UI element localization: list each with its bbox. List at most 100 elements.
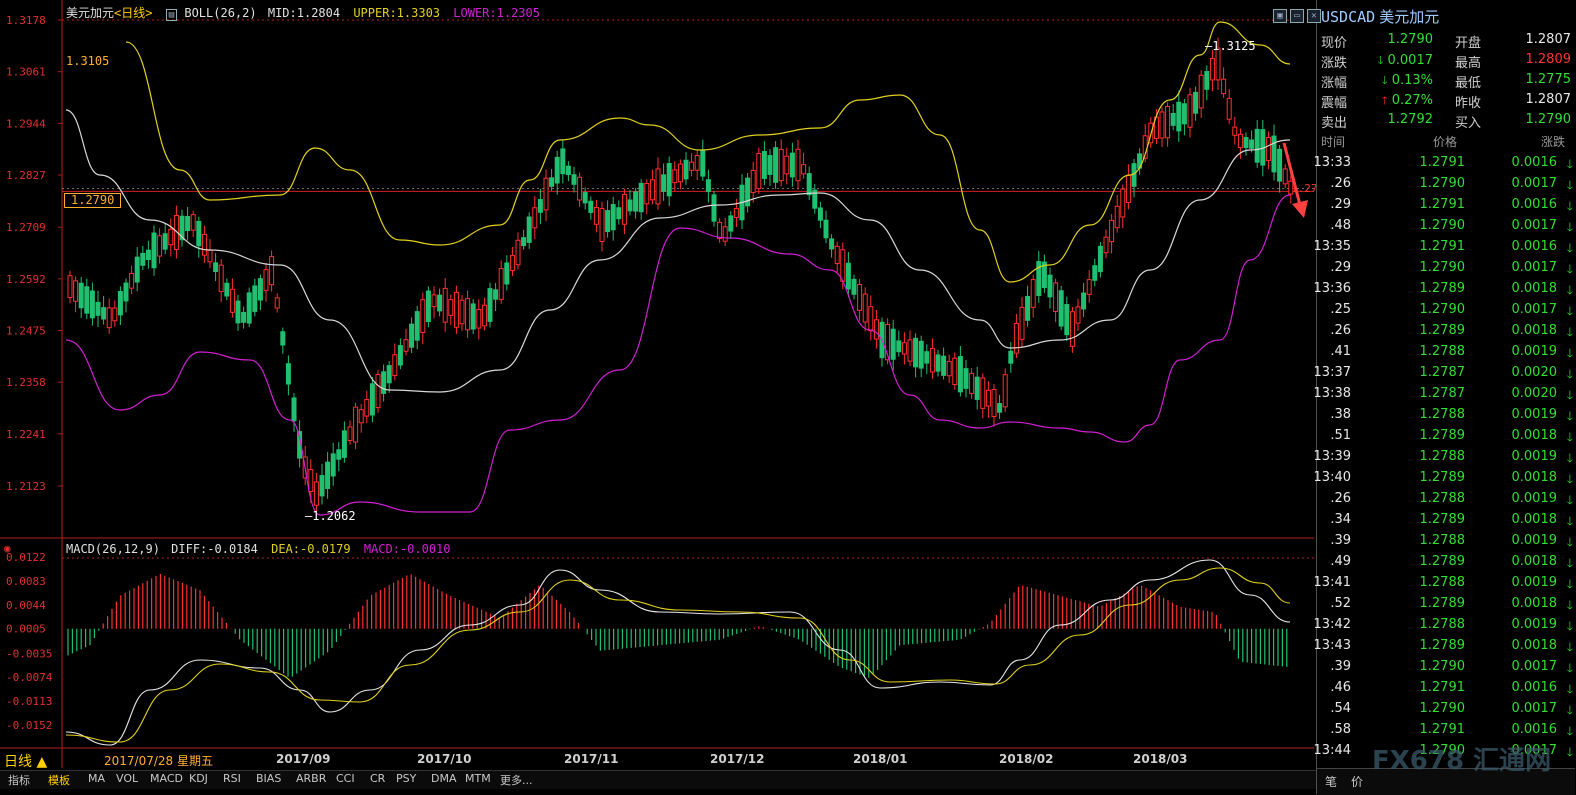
tick-time: .26 bbox=[1330, 176, 1351, 191]
candle-body bbox=[918, 340, 924, 369]
macd-tick-label: -0.0074 bbox=[6, 671, 53, 684]
tick-price: 1.2787 bbox=[1419, 386, 1466, 401]
candle-body bbox=[722, 226, 728, 242]
candle-body bbox=[1053, 282, 1059, 312]
candle-body bbox=[487, 288, 493, 322]
candle-body bbox=[381, 371, 387, 394]
candle-body bbox=[1025, 295, 1031, 321]
tick-time: .41 bbox=[1330, 344, 1351, 359]
tick-time: .26 bbox=[1330, 323, 1351, 338]
tab-mtm[interactable]: MTM bbox=[465, 772, 491, 785]
tab-template[interactable]: 模板 bbox=[48, 772, 70, 788]
candle-body bbox=[526, 216, 532, 243]
tick-row: .49 1.2789 0.0018 🡓 bbox=[1317, 554, 1575, 575]
macd-diff: DIFF:-0.0184 bbox=[171, 542, 258, 556]
tab-bias[interactable]: BIAS bbox=[256, 772, 281, 785]
tick-price: 1.2788 bbox=[1419, 407, 1466, 422]
candle-body bbox=[140, 252, 146, 266]
tick-time: 13:35 bbox=[1313, 239, 1351, 254]
tab-ma[interactable]: MA bbox=[88, 772, 105, 785]
tab-more[interactable]: 更多... bbox=[500, 772, 533, 788]
minimize-icon[interactable]: ▭ bbox=[1290, 9, 1304, 23]
candle-body bbox=[1265, 136, 1271, 161]
candle-body bbox=[761, 151, 767, 179]
arrow-down-icon: 🡓 bbox=[1566, 304, 1573, 318]
candle-body bbox=[207, 249, 213, 263]
arrow-down-icon: 🡓 bbox=[1566, 493, 1573, 507]
tab-kdj[interactable]: KDJ bbox=[189, 772, 208, 785]
macd-tick-label: 0.0044 bbox=[6, 599, 46, 612]
tab-dma[interactable]: DMA bbox=[431, 772, 457, 785]
candle-body bbox=[711, 194, 717, 222]
tab-arbr[interactable]: ARBR bbox=[296, 772, 326, 785]
candle-body bbox=[554, 156, 560, 184]
tick-row: 13:35 1.2791 0.0016 🡓 bbox=[1313, 239, 1575, 260]
trend-arrow-head bbox=[1292, 200, 1308, 218]
symbol-code: USDCAD bbox=[1321, 8, 1376, 26]
quote-value-2: 1.2807 bbox=[1525, 92, 1572, 107]
candle-body bbox=[756, 152, 762, 190]
arrow-down-icon: 🡓 bbox=[1566, 682, 1573, 696]
footer-tab-price[interactable]: 价 bbox=[1351, 773, 1363, 790]
high-marker: –1.3125 bbox=[1205, 39, 1256, 53]
candle-body bbox=[593, 207, 599, 225]
candle-body bbox=[946, 360, 952, 377]
arrow-down-icon: 🡓 bbox=[1566, 451, 1573, 465]
tick-change: 0.0018 bbox=[1511, 281, 1558, 296]
quote-key-2: 最高 bbox=[1455, 56, 1482, 71]
candle-body bbox=[582, 192, 588, 204]
tab-cci[interactable]: CCI bbox=[336, 772, 355, 785]
tick-change: 0.0017 bbox=[1511, 260, 1558, 275]
tab-rsi[interactable]: RSI bbox=[223, 772, 241, 785]
candle-body bbox=[991, 389, 997, 417]
candle-body bbox=[269, 256, 275, 286]
candle-body bbox=[1008, 350, 1014, 364]
tick-time: .51 bbox=[1330, 428, 1351, 443]
tick-row: 13:36 1.2789 0.0018 🡓 bbox=[1314, 281, 1575, 302]
restore-icon[interactable]: ▣ bbox=[1273, 9, 1287, 23]
arrow-down-icon: 🡓 bbox=[1566, 745, 1573, 759]
candle-body bbox=[397, 345, 403, 366]
tick-change: 0.0017 bbox=[1511, 302, 1558, 317]
tick-time: .39 bbox=[1330, 659, 1351, 674]
tab-vol[interactable]: VOL bbox=[116, 772, 138, 785]
quote-value: 🡓 0.13% bbox=[1382, 72, 1433, 91]
candle-body bbox=[873, 319, 879, 340]
tab-indicator[interactable]: 指标 bbox=[8, 772, 30, 788]
candle-body bbox=[101, 307, 107, 320]
candle-body bbox=[571, 174, 577, 185]
quote-value: 🡓 0.0017 bbox=[1378, 52, 1433, 71]
tick-row: .52 1.2789 0.0018 🡓 bbox=[1317, 596, 1575, 617]
macd-settings-icon[interactable]: ◉ bbox=[4, 542, 11, 555]
candle-body bbox=[325, 461, 331, 489]
footer-tab-trades[interactable]: 笔 bbox=[1325, 773, 1337, 790]
candle-body bbox=[1249, 139, 1255, 149]
arrow-down-icon: 🡓 bbox=[1566, 661, 1573, 675]
tab-psy[interactable]: PSY bbox=[396, 772, 416, 785]
arrow-down-icon: 🡓 bbox=[1566, 598, 1573, 612]
arrow-down-icon: 🡓 bbox=[1566, 388, 1573, 402]
tick-row: .26 1.2790 0.0017 🡓 bbox=[1317, 176, 1575, 197]
candle-body bbox=[330, 453, 336, 477]
candle-body bbox=[655, 168, 661, 205]
price-tick-label: 1.2123 bbox=[6, 480, 46, 493]
candle-body bbox=[414, 311, 420, 341]
candle-body bbox=[1209, 58, 1215, 81]
candle-body bbox=[1277, 148, 1283, 182]
quote-value: 🡑 0.27% bbox=[1382, 92, 1433, 111]
candle-body bbox=[1181, 103, 1187, 125]
tick-change: 0.0017 bbox=[1511, 176, 1558, 191]
tick-change: 0.0016 bbox=[1511, 680, 1558, 695]
tab-macd[interactable]: MACD bbox=[150, 772, 183, 785]
candle-body bbox=[901, 342, 907, 355]
period-button[interactable]: 日线 ▲ bbox=[4, 751, 47, 771]
close-icon[interactable]: ✕ bbox=[1307, 9, 1321, 23]
price-tick-label: 1.2241 bbox=[6, 428, 46, 441]
candle-body bbox=[257, 278, 263, 301]
indicator-icon[interactable]: ▤ bbox=[165, 9, 178, 21]
tab-cr[interactable]: CR bbox=[370, 772, 385, 785]
price-tick-label: 1.3061 bbox=[6, 66, 46, 79]
arrow-down-icon: 🡓 bbox=[1566, 577, 1573, 591]
chart-canvas[interactable]: 1.3178 1.3061 1.2944 1.2827 1.2709 1.2592 1.24… bbox=[0, 0, 1316, 770]
tick-change: 0.0018 bbox=[1511, 554, 1558, 569]
